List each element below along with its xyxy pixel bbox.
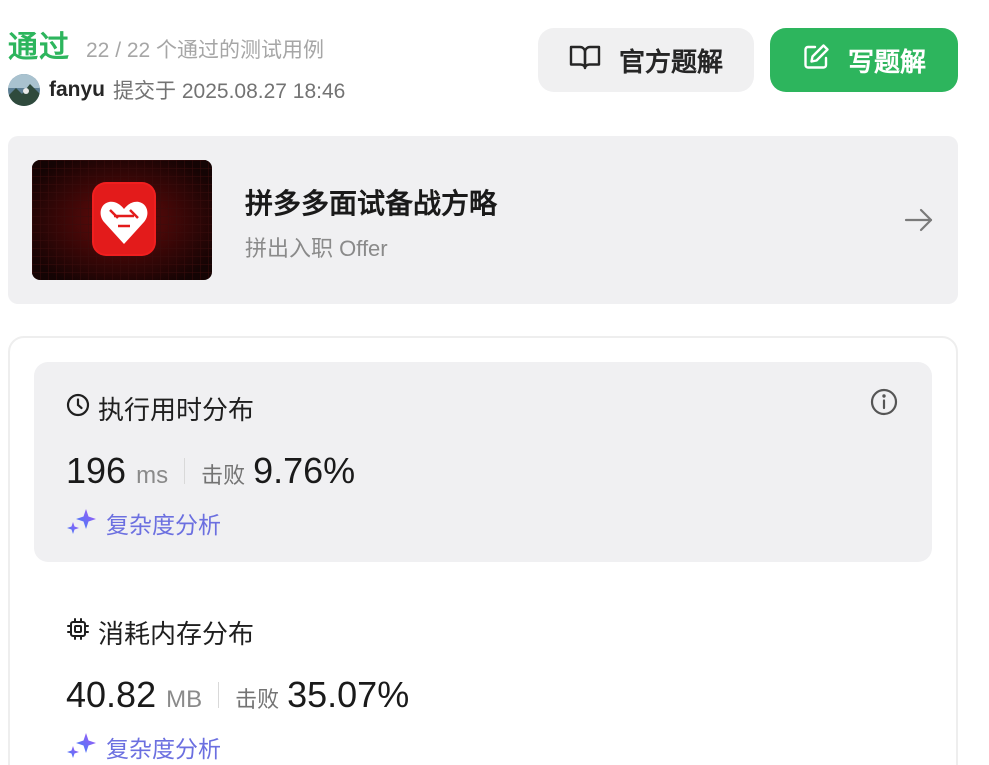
- runtime-unit: ms: [136, 462, 169, 489]
- promo-subtitle: 拼出入职 Offer: [245, 236, 388, 261]
- memory-metric: 40.82 MB 击败 35.07%: [66, 674, 409, 716]
- official-solution-button[interactable]: 官方题解: [538, 28, 754, 92]
- memory-header: 消耗内存分布: [66, 614, 254, 651]
- memory-card[interactable]: 消耗内存分布 40.82 MB 击败 35.07% 复杂度分析: [34, 586, 932, 765]
- status-title: 通过: [8, 31, 70, 64]
- write-solution-label: 写题解: [847, 46, 926, 77]
- submission-status: 通过 22 / 22 个通过的测试用例: [8, 22, 324, 66]
- runtime-card[interactable]: 执行用时分布 196 ms 击败 9.76% 复杂度分析: [34, 362, 932, 562]
- memory-analysis-label: 复杂度分析: [106, 736, 221, 762]
- memory-title: 消耗内存分布: [98, 619, 255, 649]
- clock-icon: [66, 393, 98, 424]
- avatar[interactable]: [8, 74, 40, 106]
- book-icon: [569, 44, 619, 77]
- chip-icon: [66, 617, 98, 648]
- memory-complexity-analysis-button[interactable]: 复杂度分析: [66, 730, 221, 764]
- runtime-beat-percent: 9.76%: [253, 450, 356, 491]
- arrow-right-icon: [904, 206, 934, 239]
- runtime-metric: 196 ms 击败 9.76%: [66, 450, 355, 492]
- write-solution-button[interactable]: 写题解: [770, 28, 958, 92]
- memory-beat-label: 击败: [235, 687, 280, 712]
- promo-banner[interactable]: 拼多多面试备战方略 拼出入职 Offer: [8, 136, 958, 304]
- submit-time: 提交于 2025.08.27 18:46: [113, 80, 346, 103]
- divider: [184, 458, 186, 484]
- memory-beat-percent: 35.07%: [287, 674, 410, 715]
- info-icon[interactable]: [870, 388, 898, 421]
- promo-title: 拼多多面试备战方略: [245, 188, 498, 219]
- memory-value: 40.82: [66, 674, 157, 715]
- test-cases-passed: 22 / 22 个通过的测试用例: [86, 39, 325, 62]
- memory-unit: MB: [166, 686, 203, 713]
- runtime-title: 执行用时分布: [98, 395, 255, 425]
- divider: [218, 682, 220, 708]
- official-solution-label: 官方题解: [618, 46, 723, 77]
- edit-icon: [802, 43, 848, 78]
- runtime-complexity-analysis-button[interactable]: 复杂度分析: [66, 506, 221, 540]
- runtime-analysis-label: 复杂度分析: [106, 512, 221, 538]
- username[interactable]: fanyu: [49, 78, 105, 102]
- runtime-beat-label: 击败: [201, 463, 246, 488]
- sparkle-icon: [66, 731, 96, 764]
- runtime-header: 执行用时分布: [66, 390, 254, 427]
- sparkle-icon: [66, 507, 96, 540]
- runtime-value: 196: [66, 450, 127, 491]
- promo-image: [32, 160, 212, 280]
- submitter-info: fanyu 提交于 2025.08.27 18:46: [8, 74, 345, 106]
- performance-panel: 执行用时分布 196 ms 击败 9.76% 复杂度分析 消耗内存分布 40.8…: [8, 336, 958, 765]
